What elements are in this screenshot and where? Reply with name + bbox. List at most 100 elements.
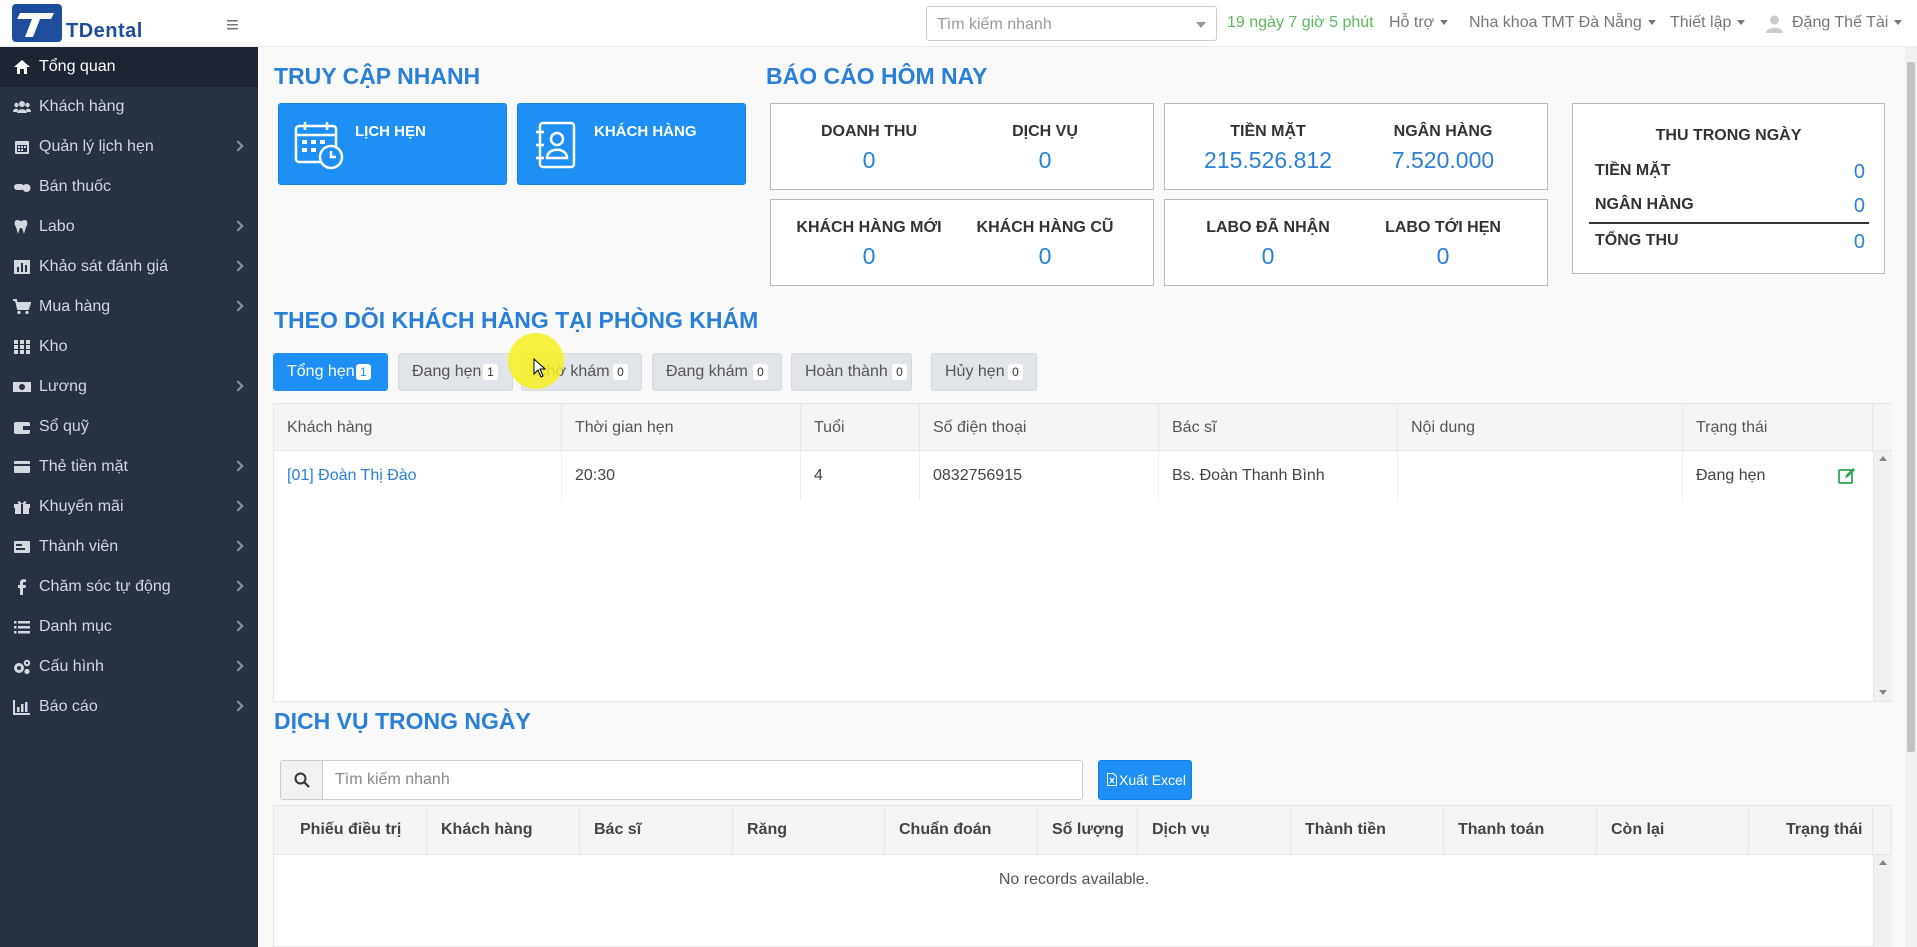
cash-bank-card: TIỀN MẶT 215.526.812 NGÂN HÀNG 7.520.000 [1164,103,1548,190]
cell-customer[interactable]: [01] Đoàn Thị Đào [274,451,562,501]
contact-book-icon [536,121,576,169]
column-header[interactable]: Thanh toán [1444,806,1597,855]
clinic-menu[interactable]: Nha khoa TMT Đà Nẵng [1469,14,1656,32]
user-name: Đặng Thế Tài [1792,14,1889,31]
sidebar-item-khuyen-mai[interactable]: Khuyến mãi [0,487,258,527]
scroll-down-icon[interactable] [1879,690,1887,695]
column-header[interactable]: Dịch vụ [1138,806,1291,855]
column-header[interactable]: Trạng thái [1749,806,1873,855]
column-header-label: Số điện thoại [933,419,1027,436]
sidebar-item-tong-quan[interactable]: Tổng quan [0,47,258,87]
trial-remaining[interactable]: 19 ngày 7 giờ 5 phút [1227,14,1374,32]
column-header[interactable]: Bác sĩ [1159,404,1398,451]
column-header[interactable]: Thời gian hẹn [562,404,801,451]
sidebar-item-thanh-vien[interactable]: Thành viên [0,527,258,567]
sidebar-item-khach-hang[interactable]: Khách hàng [0,87,258,127]
column-header[interactable]: Răng [733,806,885,855]
column-header-label: Trạng thái [1696,419,1768,436]
settings-menu[interactable]: Thiết lập [1670,14,1746,32]
sidebar-item-label: Kho [39,338,68,355]
sidebar-item-quan-ly-lich-hen[interactable]: Quản lý lịch hẹn [0,127,258,167]
tdental-logo[interactable] [12,4,62,42]
chevron-down-icon [1440,20,1449,26]
column-header[interactable]: Bác sĩ [580,806,733,855]
sidebar-item-luong[interactable]: Lương [0,367,258,407]
export-excel-button[interactable]: Xuất Excel [1098,760,1192,800]
user-avatar-icon[interactable] [1766,14,1783,33]
column-header[interactable]: Số lượng [1038,806,1138,855]
income-bank-value: 0 [1853,195,1865,217]
quick-search-select[interactable]: Tìm kiếm nhanh [926,6,1217,41]
sidebar-item-bao-cao[interactable]: Báo cáo [0,687,258,727]
settings-label: Thiết lập [1670,14,1732,31]
tooth-icon [14,220,28,234]
tab-hoan-thanh[interactable]: Hoàn thành 0 [791,353,912,391]
column-header[interactable]: Khách hàng [274,404,562,451]
column-header[interactable]: Số điện thoại [920,404,1159,451]
sidebar-item-so-quy[interactable]: Sổ quỹ [0,407,258,447]
sidebar-item-label: Sổ quỹ [39,418,89,435]
tab-dang-hen[interactable]: Đang hẹn 1 [398,353,513,391]
tab-tong-hen[interactable]: Tổng hẹn 1 [273,353,388,391]
sidebar-item-kho[interactable]: Kho [0,327,258,367]
column-header[interactable]: Chuẩn đoán [885,806,1038,855]
appointments-shortcut-label: LỊCH HẸN [355,123,426,140]
sidebar-item-the-tien-mat[interactable]: Thẻ tiền mặt [0,447,258,487]
calendar-icon [15,141,29,154]
income-total-value: 0 [1853,231,1865,253]
column-header[interactable]: Nội dung [1398,404,1683,451]
cash-value: 215.526.812 [1204,147,1332,173]
appointments-grid: Khách hàng Thời gian hẹn Tuổi Số điện th… [273,403,1892,702]
user-menu[interactable]: Đặng Thế Tài [1792,14,1903,32]
sidebar-item-label: Khuyến mãi [39,498,124,515]
tab-count-badge: 0 [892,364,907,380]
excel-file-icon [1107,773,1117,786]
column-header-label: Còn lại [1611,821,1665,838]
page-scrollbar[interactable] [1905,47,1917,947]
customer-link[interactable]: [01] Đoàn Thị Đào [287,467,417,485]
column-header-label: Chuẩn đoán [899,821,992,838]
sidebar-item-ban-thuoc[interactable]: Bán thuốc [0,167,258,207]
chevron-right-icon [232,380,244,392]
chevron-down-icon [1737,20,1746,26]
list-icon [14,621,30,634]
sidebar-item-cau-hinh[interactable]: Cấu hình [0,647,258,687]
edit-icon[interactable] [1838,467,1856,485]
column-header[interactable]: Phiếu điều trị [274,806,427,855]
scroll-up-icon[interactable] [1879,456,1887,461]
column-header[interactable]: Còn lại [1597,806,1749,855]
tab-huy-hen[interactable]: Hủy hẹn 0 [931,353,1037,391]
column-header[interactable]: Thành tiền [1291,806,1444,855]
grid-scrollbar[interactable] [1873,451,1892,701]
appointments-shortcut-button[interactable]: LỊCH HẸN [278,103,507,185]
column-header[interactable]: Trạng thái [1683,404,1873,451]
search-addon [281,761,323,799]
income-cash-row: TIỀN MẶT 0 [1595,161,1865,183]
page-scrollbar-thumb[interactable] [1907,62,1915,752]
top-navbar: TDental ≡ Tìm kiếm nhanh 19 ngày 7 giờ 5… [0,0,1917,47]
sidebar-item-mua-hang[interactable]: Mua hàng [0,287,258,327]
column-header[interactable]: Khách hàng [427,806,580,855]
sidebar-item-labo[interactable]: Labo [0,207,258,247]
tab-dang-kham[interactable]: Đang khám 0 [652,353,782,391]
revenue-service-card: DOANH THU 0 DỊCH VỤ 0 [770,103,1154,190]
sidebar-item-label: Labo [39,218,75,235]
sidebar-item-cham-soc-tu-dong[interactable]: Chăm sóc tự động [0,567,258,607]
services-search-input[interactable] [323,761,1081,799]
scroll-up-icon[interactable] [1879,860,1887,865]
facebook-icon [18,579,26,595]
sidebar-item-danh-muc[interactable]: Danh mục [0,607,258,647]
support-label: Hỗ trợ [1389,14,1435,31]
column-header[interactable]: Tuổi [801,404,920,451]
chevron-right-icon [232,620,244,632]
support-menu[interactable]: Hỗ trợ [1389,14,1449,32]
wallet-icon [14,422,30,434]
customers-shortcut-button[interactable]: KHÁCH HÀNG [517,103,746,185]
search-icon [294,772,310,788]
services-search-field [280,760,1083,800]
chevron-right-icon [232,220,244,232]
grid-scrollbar[interactable] [1873,855,1892,947]
service-value: 0 [1038,147,1052,173]
menu-toggle-icon[interactable]: ≡ [226,12,239,38]
sidebar-item-khao-sat-danh-gia[interactable]: Khảo sát đánh giá [0,247,258,287]
